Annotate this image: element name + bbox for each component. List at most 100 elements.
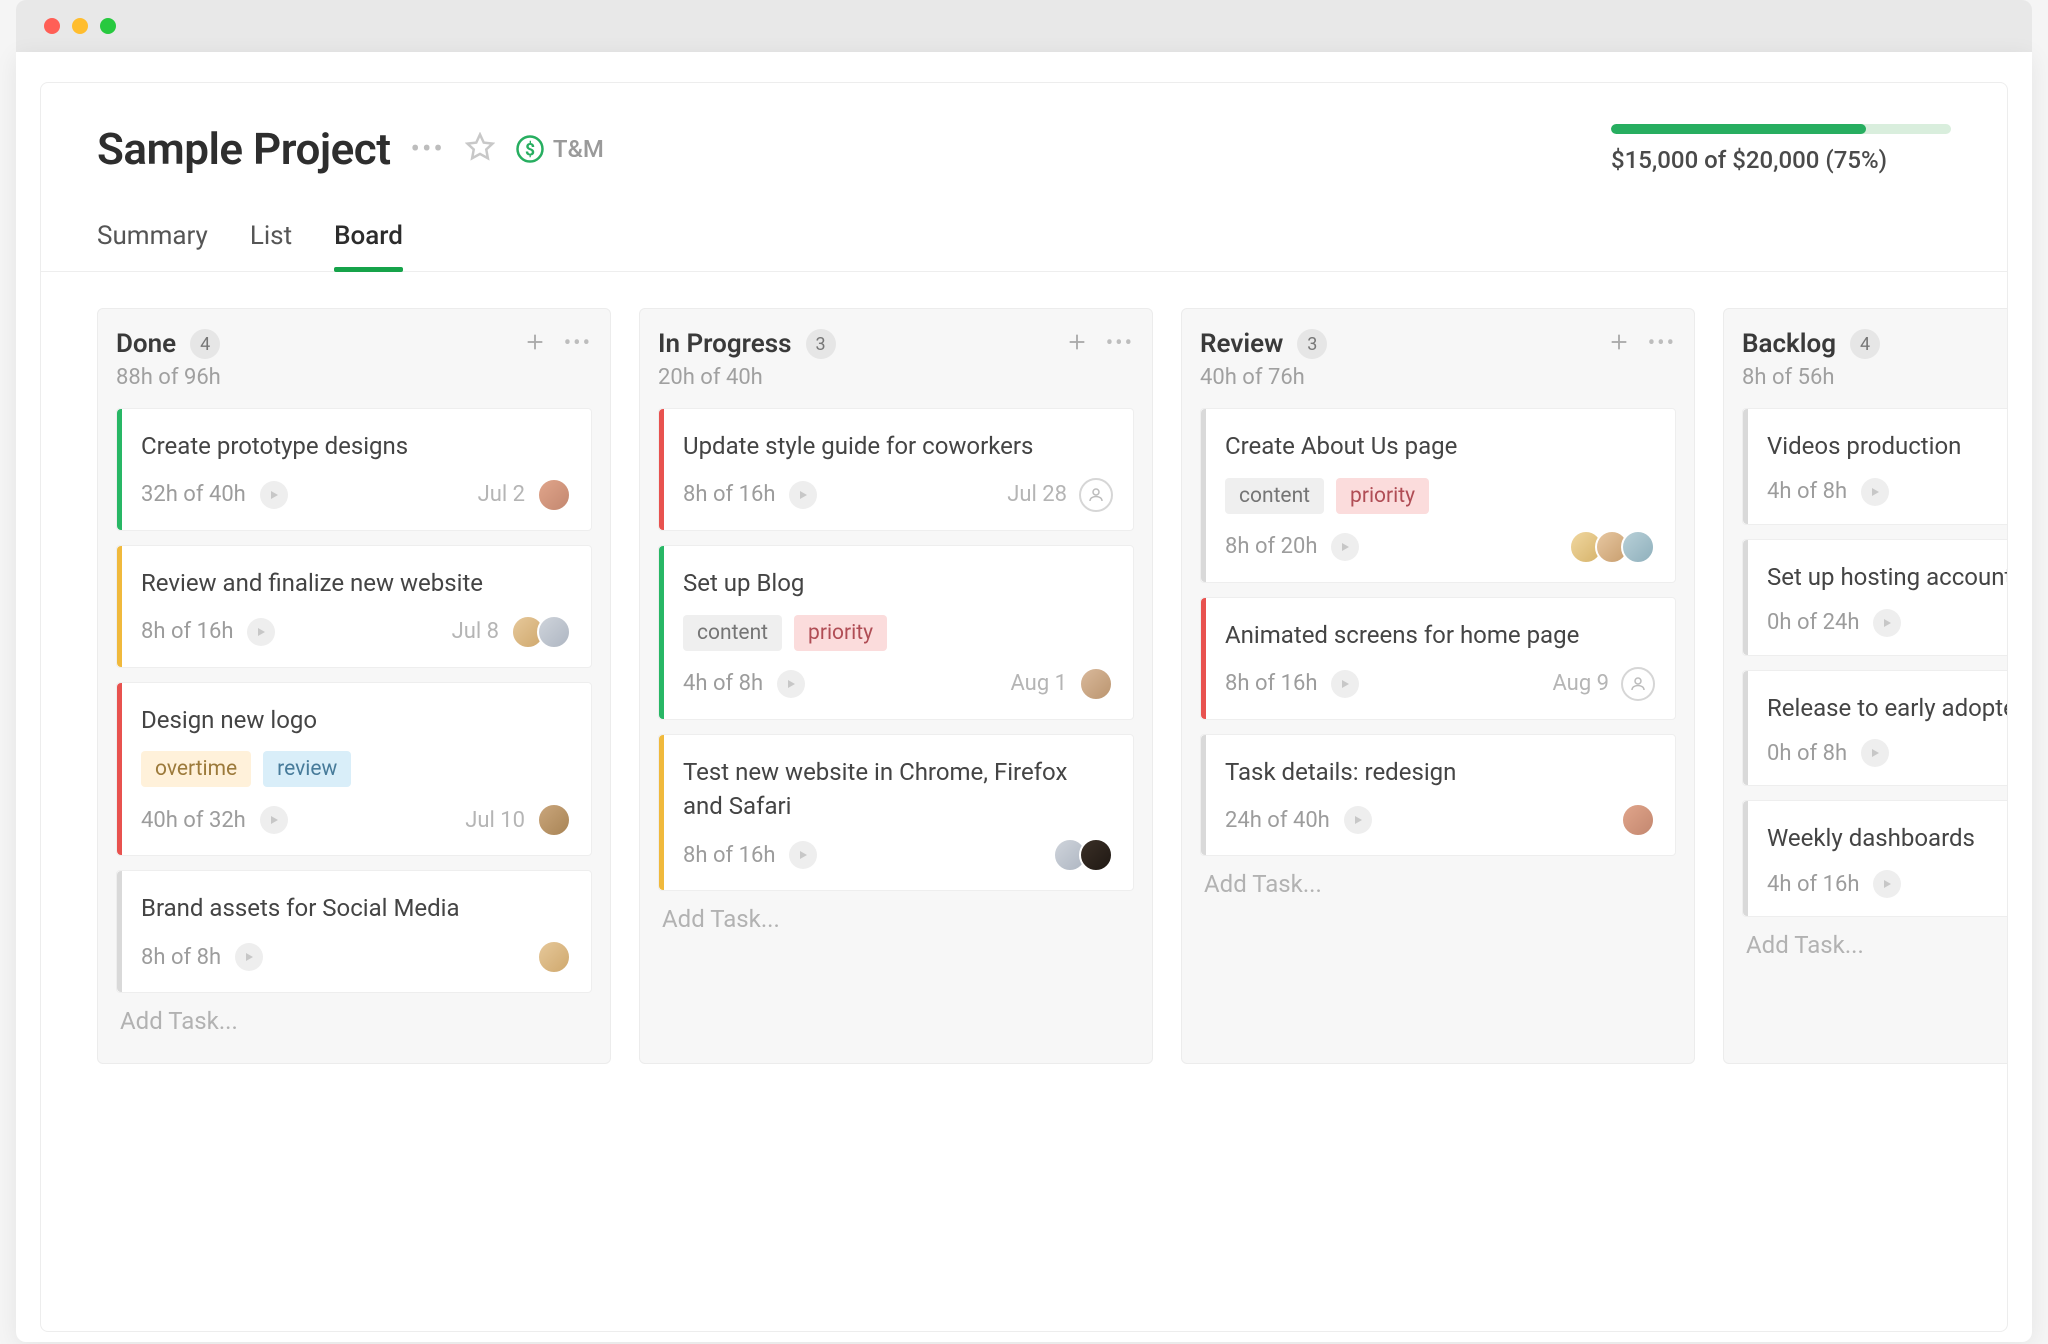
- avatar[interactable]: [1621, 530, 1655, 564]
- avatar[interactable]: [537, 478, 571, 512]
- start-timer-icon[interactable]: [1873, 609, 1901, 637]
- tab-summary[interactable]: Summary: [97, 221, 208, 271]
- avatar[interactable]: [537, 940, 571, 974]
- task-card[interactable]: Set up hosting account0h of 24h: [1742, 539, 2007, 656]
- start-timer-icon[interactable]: [1344, 806, 1372, 834]
- task-card[interactable]: Test new website in Chrome, Firefox and …: [658, 734, 1134, 892]
- card-footer: 8h of 20h: [1225, 530, 1655, 564]
- star-icon[interactable]: [465, 132, 495, 166]
- unassigned-icon[interactable]: [1079, 478, 1113, 512]
- column-more-icon[interactable]: •••: [1106, 333, 1134, 355]
- billing-badge[interactable]: $ T&M: [515, 134, 604, 164]
- card-hours: 24h of 40h: [1225, 808, 1330, 833]
- tag-content[interactable]: content: [1225, 478, 1324, 514]
- start-timer-icon[interactable]: [260, 806, 288, 834]
- card-title: Design new logo: [141, 703, 571, 738]
- card-footer: 4h of 8h: [1767, 478, 2007, 506]
- avatar[interactable]: [537, 803, 571, 837]
- task-card[interactable]: Videos production4h of 8h: [1742, 408, 2007, 525]
- start-timer-icon[interactable]: [777, 670, 805, 698]
- project-more-icon[interactable]: •••: [411, 135, 445, 163]
- task-card[interactable]: Create About Us pagecontentpriority8h of…: [1200, 408, 1676, 583]
- card-title: Update style guide for coworkers: [683, 429, 1113, 464]
- card-accent: [1743, 409, 1748, 524]
- tag-overtime[interactable]: overtime: [141, 751, 251, 787]
- start-timer-icon[interactable]: [789, 481, 817, 509]
- task-card[interactable]: Review and finalize new website8h of 16h…: [116, 545, 592, 668]
- start-timer-icon[interactable]: [260, 481, 288, 509]
- task-card[interactable]: Weekly dashboards4h of 16h: [1742, 800, 2007, 917]
- column-hours: 88h of 96h: [116, 365, 592, 390]
- avatar[interactable]: [1079, 667, 1113, 701]
- window-zoom-button[interactable]: [100, 18, 116, 34]
- card-hours: 4h of 8h: [1767, 479, 1847, 504]
- column-header: Review3•••: [1200, 329, 1676, 359]
- tag-review[interactable]: review: [263, 751, 351, 787]
- card-title: Review and finalize new website: [141, 566, 571, 601]
- start-timer-icon[interactable]: [789, 841, 817, 869]
- column-count-badge: 3: [806, 329, 836, 359]
- tag-content[interactable]: content: [683, 615, 782, 651]
- start-timer-icon[interactable]: [1331, 533, 1359, 561]
- column-more-icon[interactable]: •••: [1648, 333, 1676, 355]
- task-card[interactable]: Task details: redesign24h of 40h: [1200, 734, 1676, 857]
- start-timer-icon[interactable]: [1331, 670, 1359, 698]
- card-hours: 4h of 16h: [1767, 872, 1859, 897]
- tab-board[interactable]: Board: [334, 221, 403, 271]
- column-more-icon[interactable]: •••: [564, 333, 592, 355]
- budget-progress-fill: [1611, 124, 1866, 134]
- task-card[interactable]: Design new logo overtime review 40h of 32h J…: [116, 682, 592, 857]
- budget-widget[interactable]: $15,000 of $20,000 (75%): [1611, 124, 1951, 174]
- tab-list[interactable]: List: [250, 221, 292, 271]
- start-timer-icon[interactable]: [235, 943, 263, 971]
- card-due-date: Jul 10: [465, 808, 525, 833]
- avatar[interactable]: [537, 615, 571, 649]
- card-footer: 24h of 40h: [1225, 803, 1655, 837]
- add-card-icon[interactable]: [1066, 331, 1088, 357]
- add-task-input[interactable]: Add Task...: [116, 1007, 592, 1035]
- card-title: Test new website in Chrome, Firefox and …: [683, 755, 1113, 825]
- card-title: Create prototype designs: [141, 429, 571, 464]
- tag-priority[interactable]: priority: [794, 615, 887, 651]
- unassigned-icon[interactable]: [1621, 667, 1655, 701]
- card-due-date: Jul 28: [1007, 482, 1067, 507]
- add-task-input[interactable]: Add Task...: [658, 905, 1134, 933]
- card-hours: 8h of 16h: [683, 843, 775, 868]
- card-hours: 40h of 32h: [141, 808, 246, 833]
- assignee-avatars: [1053, 838, 1113, 872]
- task-card[interactable]: Update style guide for coworkers8h of 16…: [658, 408, 1134, 531]
- task-card[interactable]: Animated screens for home page8h of 16hA…: [1200, 597, 1676, 720]
- task-card[interactable]: Release to early adopters0h of 8h: [1742, 670, 2007, 787]
- add-card-icon[interactable]: [524, 331, 546, 357]
- tag-priority[interactable]: priority: [1336, 478, 1429, 514]
- column-hours: 8h of 56h: [1742, 365, 2007, 390]
- column-count-badge: 3: [1297, 329, 1327, 359]
- task-card[interactable]: Brand assets for Social Media8h of 8h: [116, 870, 592, 993]
- window-close-button[interactable]: [44, 18, 60, 34]
- card-title: Release to early adopters: [1767, 691, 2007, 726]
- avatar[interactable]: [1079, 838, 1113, 872]
- column-title: Backlog: [1742, 329, 1836, 359]
- column-title: In Progress: [658, 329, 792, 359]
- add-task-input[interactable]: Add Task...: [1200, 870, 1676, 898]
- column-header: In Progress 3 •••: [658, 329, 1134, 359]
- card-accent: [117, 546, 122, 667]
- start-timer-icon[interactable]: [1861, 739, 1889, 767]
- add-task-input[interactable]: Add Task...: [1742, 931, 2007, 959]
- start-timer-icon[interactable]: [247, 618, 275, 646]
- avatar[interactable]: [1621, 803, 1655, 837]
- task-card[interactable]: Create prototype designs32h of 40hJul 2: [116, 408, 592, 531]
- add-card-icon[interactable]: [1608, 331, 1630, 357]
- billing-label: T&M: [553, 135, 604, 163]
- task-card[interactable]: Set up Blogcontentpriority4h of 8hAug 1: [658, 545, 1134, 720]
- column-review: Review3•••40h of 76hCreate About Us page…: [1181, 308, 1695, 1064]
- kanban-board: Done4•••88h of 96hCreate prototype desig…: [41, 272, 2007, 1064]
- card-footer: 8h of 8h: [141, 940, 571, 974]
- tag-row: content priority: [683, 615, 1113, 651]
- column-hours: 40h of 76h: [1200, 365, 1676, 390]
- window-minimize-button[interactable]: [72, 18, 88, 34]
- card-hours: 4h of 8h: [683, 671, 763, 696]
- start-timer-icon[interactable]: [1861, 478, 1889, 506]
- start-timer-icon[interactable]: [1873, 870, 1901, 898]
- card-footer: 0h of 24h: [1767, 609, 2007, 637]
